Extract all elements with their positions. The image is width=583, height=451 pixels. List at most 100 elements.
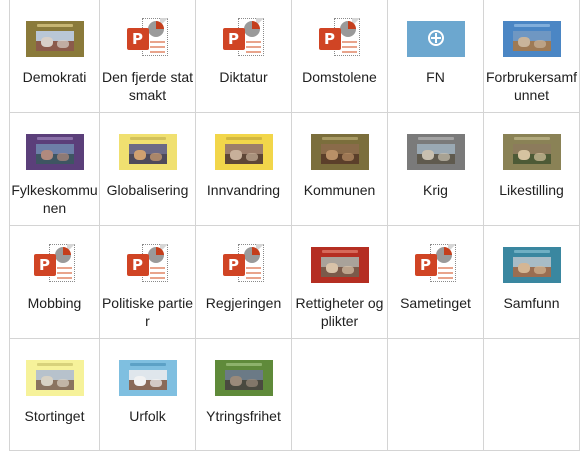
text-lines: [245, 41, 261, 56]
file-label: Globalisering: [106, 182, 189, 198]
file-item-regjeringen[interactable]: P Regjeringen: [196, 226, 292, 339]
slide-photo: [35, 370, 74, 390]
slide-photo: [512, 31, 551, 51]
text-lines: [149, 41, 165, 56]
file-item-urfolk[interactable]: Urfolk: [100, 339, 196, 451]
powerpoint-file-icon: P: [317, 16, 363, 62]
file-item-stortinget[interactable]: Stortinget: [10, 339, 100, 451]
slide-thumbnail: [118, 360, 177, 396]
file-item-fn[interactable]: FN: [388, 0, 484, 113]
pie-chart-icon: [54, 247, 71, 263]
powerpoint-logo-icon: P: [222, 254, 245, 276]
empty-cell: [388, 339, 484, 451]
thumbnail: [10, 10, 99, 68]
file-item-ytringsfrihet[interactable]: Ytringsfrihet: [196, 339, 292, 451]
powerpoint-file-icon: P: [221, 242, 267, 288]
slide-title-bar: [225, 137, 262, 140]
pie-chart-icon: [243, 247, 260, 263]
slide-thumbnail: [118, 134, 177, 170]
file-label: Sametinget: [400, 295, 471, 311]
slide-photo: [128, 144, 167, 164]
file-item-rettigheter-og-plikter[interactable]: Rettigheter og plikter: [292, 226, 388, 339]
file-item-globalisering[interactable]: Globalisering: [100, 113, 196, 226]
file-item-sametinget[interactable]: P Sametinget: [388, 226, 484, 339]
slide-thumbnail: [502, 247, 561, 283]
file-item-fylkeskommunen[interactable]: Fylkeskommunen: [10, 113, 100, 226]
file-label: FN: [426, 69, 445, 85]
slide-thumbnail: [310, 247, 369, 283]
file-label: Regjeringen: [205, 295, 282, 311]
powerpoint-file-icon: P: [125, 242, 171, 288]
file-item-samfunn[interactable]: Samfunn: [484, 226, 580, 339]
slide-photo: [224, 144, 263, 164]
file-item-diktatur[interactable]: P Diktatur: [196, 0, 292, 113]
file-item-den-fjerde-statsmakt[interactable]: P Den fjerde statsmakt: [100, 0, 196, 113]
file-label: Stortinget: [24, 408, 85, 424]
pie-chart-icon: [147, 21, 164, 37]
thumbnail: P: [100, 236, 195, 294]
file-item-kommunen[interactable]: Kommunen: [292, 113, 388, 226]
powerpoint-file-icon: P: [32, 242, 78, 288]
file-grid: Demokrati P Den fjerde statsmakt P Diktatur P…: [9, 0, 580, 451]
pie-chart-icon: [339, 21, 356, 37]
un-emblem-icon: [427, 30, 444, 46]
powerpoint-logo-icon: P: [33, 254, 56, 276]
slide-title-bar: [513, 250, 550, 253]
slide-title-bar: [513, 24, 550, 27]
powerpoint-logo-icon: P: [222, 28, 245, 50]
thumbnail: [388, 123, 483, 181]
powerpoint-logo-icon: P: [414, 254, 437, 276]
slide-thumbnail: [502, 134, 561, 170]
file-label: Den fjerde statsmakt: [101, 69, 194, 103]
thumbnail: [100, 123, 195, 181]
file-label: Krig: [423, 182, 448, 198]
file-item-forbrukersamfunnet[interactable]: Forbrukersamfunnet: [484, 0, 580, 113]
file-label: Mobbing: [27, 295, 82, 311]
slide-photo: [35, 144, 74, 164]
file-label: Fylkeskommunen: [11, 182, 98, 216]
thumbnail: [484, 10, 579, 68]
powerpoint-file-icon: P: [413, 242, 459, 288]
slide-thumbnail: [25, 360, 84, 396]
slide-photo: [512, 257, 551, 277]
powerpoint-file-icon: P: [221, 16, 267, 62]
text-lines: [149, 267, 165, 282]
thumbnail: P: [388, 236, 483, 294]
thumbnail: [484, 236, 579, 294]
file-item-mobbing[interactable]: P Mobbing: [10, 226, 100, 339]
file-item-demokrati[interactable]: Demokrati: [10, 0, 100, 113]
slide-photo: [512, 144, 551, 164]
file-item-likestilling[interactable]: Likestilling: [484, 113, 580, 226]
file-label: Likestilling: [499, 182, 564, 198]
file-item-domstolene[interactable]: P Domstolene: [292, 0, 388, 113]
text-lines: [245, 267, 261, 282]
thumbnail: [484, 123, 579, 181]
file-label: Forbrukersamfunnet: [485, 69, 578, 103]
thumbnail: P: [196, 10, 291, 68]
slide-thumbnail: [406, 134, 465, 170]
slide-title-bar: [36, 137, 73, 140]
thumbnail: [196, 349, 291, 407]
thumbnail: [196, 123, 291, 181]
slide-thumbnail: [502, 21, 561, 57]
slide-title-bar: [36, 24, 73, 27]
file-label: Demokrati: [22, 69, 87, 85]
empty-cell: [484, 339, 580, 451]
slide-title-bar: [225, 363, 262, 366]
thumbnail: P: [292, 10, 387, 68]
file-label: Kommunen: [303, 182, 376, 198]
slide-photo: [35, 31, 74, 51]
slide-thumbnail: [214, 360, 273, 396]
empty-cell: [292, 339, 388, 451]
slide-title-bar: [129, 137, 166, 140]
slide-photo: [320, 144, 359, 164]
file-item-krig[interactable]: Krig: [388, 113, 484, 226]
file-label: Domstolene: [302, 69, 377, 85]
file-item-innvandring[interactable]: Innvandring: [196, 113, 292, 226]
slide-photo: [128, 370, 167, 390]
file-item-politiske-partier[interactable]: P Politiske partier: [100, 226, 196, 339]
slide-title-bar: [129, 363, 166, 366]
slide-title-bar: [417, 137, 454, 140]
pie-chart-icon: [435, 247, 452, 263]
pie-chart-icon: [147, 247, 164, 263]
